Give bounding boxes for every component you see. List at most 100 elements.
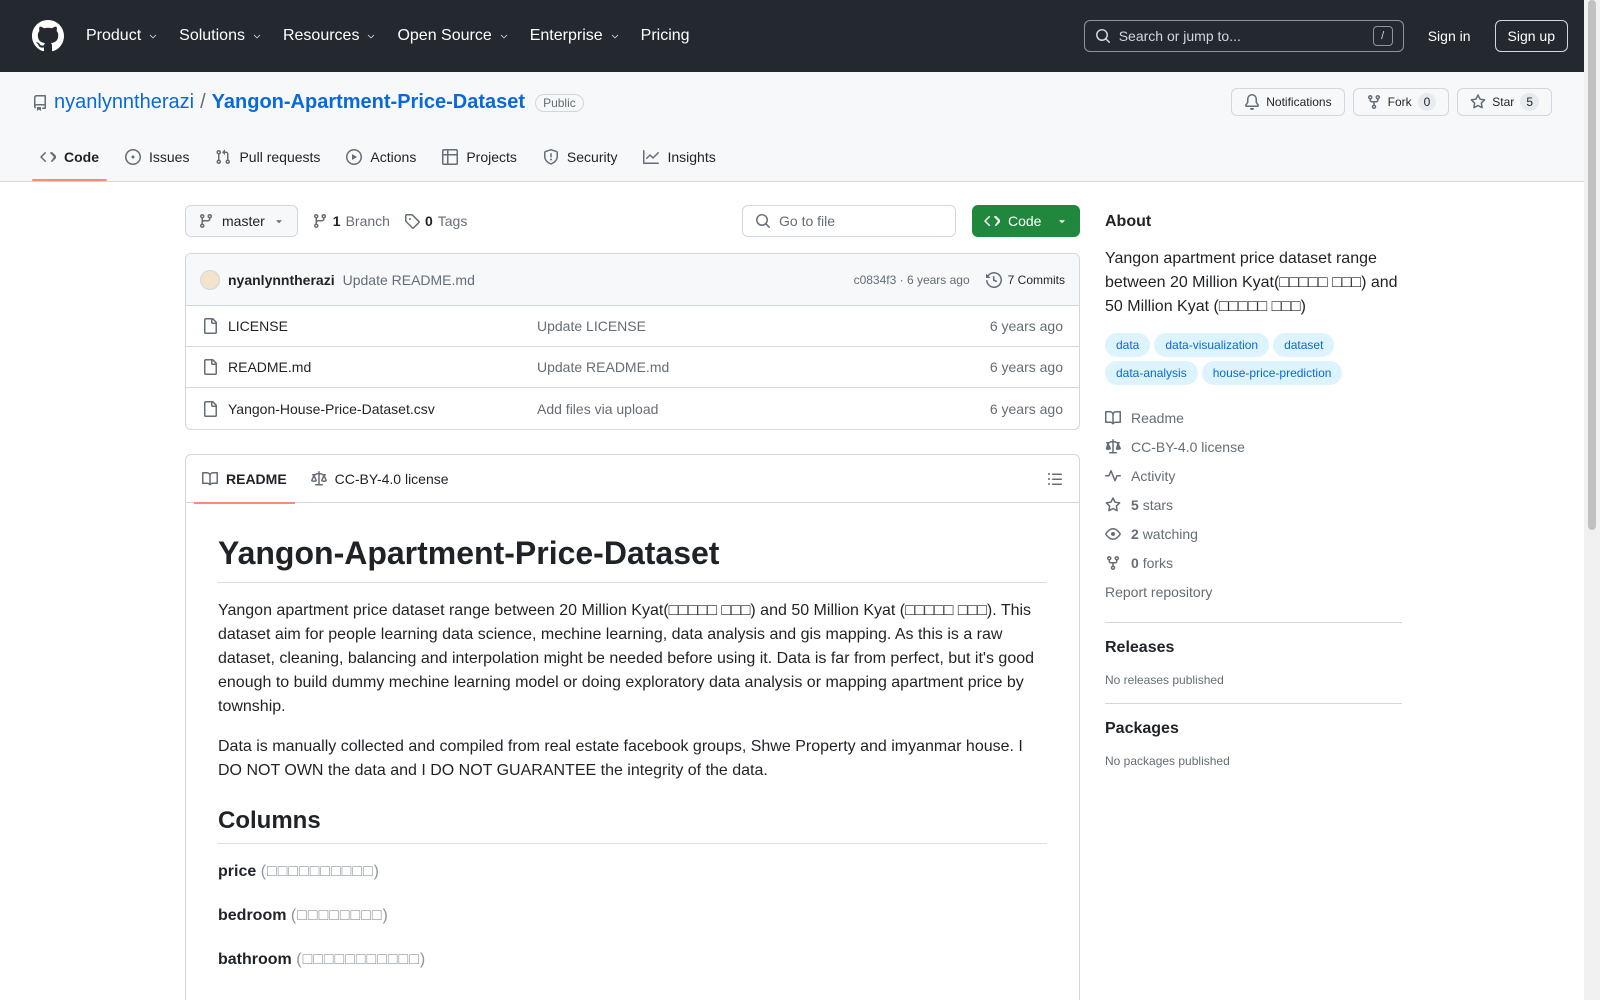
branch-icon: [199, 214, 212, 229]
law-icon: [1105, 438, 1121, 453]
activity-link[interactable]: Activity: [1105, 461, 1402, 490]
main-column: master 1 Branch 0 Tags Go to file Code n…: [185, 205, 1080, 1000]
shield-icon: [543, 149, 558, 165]
topic-tag[interactable]: house-price-prediction: [1201, 361, 1343, 385]
readme-link[interactable]: Readme: [1105, 403, 1402, 432]
topic-tag[interactable]: data-visualization: [1154, 333, 1270, 357]
fork-counter: 0: [1417, 93, 1437, 111]
forks-link[interactable]: 0 forks: [1105, 548, 1402, 577]
commit-author-link[interactable]: nyanlynntherazi: [228, 272, 335, 288]
stars-link[interactable]: 5 stars: [1105, 490, 1402, 519]
readme-tabs: README CC-BY-4.0 license: [186, 455, 1079, 504]
packages-heading[interactable]: Packages: [1105, 720, 1402, 738]
column-item: bedroom (□□□□□□□□): [218, 907, 389, 924]
nav-product[interactable]: Product: [86, 27, 159, 45]
about-sidebar: About Yangon apartment price dataset ran…: [1105, 205, 1402, 768]
chevron-down-icon: [611, 34, 618, 39]
tab-projects[interactable]: Projects: [434, 133, 525, 181]
branch-select-button[interactable]: master: [185, 205, 298, 237]
topic-tag[interactable]: data: [1105, 333, 1151, 357]
file-list: nyanlynntherazi Update README.md c0834f3…: [185, 253, 1080, 430]
releases-heading[interactable]: Releases: [1105, 639, 1402, 657]
tab-license[interactable]: CC-BY-4.0 license: [303, 455, 457, 503]
tag-icon: [404, 214, 420, 229]
chevron-down-icon: [149, 34, 157, 39]
table-row: LICENSE Update LICENSE 6 years ago: [186, 306, 1079, 347]
search-icon: [756, 214, 770, 228]
commits-link[interactable]: 7 Commits: [985, 271, 1065, 288]
commit-meta[interactable]: c0834f3 · 6 years ago: [854, 273, 970, 287]
fork-icon: [1367, 95, 1380, 110]
bell-icon: [1245, 94, 1260, 110]
readme-title: Yangon-Apartment-Price-Dataset: [218, 535, 1047, 583]
triangle-down-icon: [1059, 220, 1065, 224]
latest-commit: nyanlynntherazi Update README.md c0834f3…: [186, 254, 1079, 306]
nav-enterprise[interactable]: Enterprise: [530, 27, 621, 45]
divider: [1105, 703, 1402, 704]
file-commit-message[interactable]: Update README.md: [537, 359, 990, 375]
code-download-button[interactable]: Code: [972, 205, 1080, 237]
packages-note: No packages published: [1105, 754, 1230, 768]
pulse-icon: [1105, 469, 1121, 481]
issue-icon: [125, 149, 141, 165]
nav-solutions[interactable]: Solutions: [179, 27, 263, 45]
history-icon: [985, 271, 1002, 288]
scrollbar-thumb[interactable]: [1588, 0, 1596, 530]
repo-actions: Notifications Fork 0 Star 5: [1231, 88, 1552, 116]
readme-paragraph: Yangon apartment price dataset range bet…: [218, 602, 1035, 715]
play-icon: [346, 149, 363, 165]
repo-name-link[interactable]: Yangon-Apartment-Price-Dataset: [212, 91, 525, 114]
repo-separator: /: [200, 91, 206, 113]
nav-open-source[interactable]: Open Source: [397, 27, 509, 45]
tab-readme[interactable]: README: [194, 455, 295, 504]
sign-up-button[interactable]: Sign up: [1494, 20, 1568, 52]
tab-security[interactable]: Security: [535, 133, 626, 181]
nav-pricing[interactable]: Pricing: [641, 27, 690, 45]
commit-message-link[interactable]: Update README.md: [343, 272, 475, 288]
star-icon: [1105, 496, 1121, 511]
book-icon: [202, 471, 218, 485]
global-search-input[interactable]: Search or jump to... /: [1083, 20, 1404, 52]
file-commit-message[interactable]: Add files via upload: [537, 401, 990, 417]
report-repository-link[interactable]: Report repository: [1105, 577, 1402, 606]
global-header: Product Solutions Resources Open Source …: [0, 0, 1600, 72]
tab-issues[interactable]: Issues: [117, 133, 197, 181]
file-commit-message[interactable]: Update LICENSE: [537, 318, 990, 334]
file-link[interactable]: README.md: [202, 359, 537, 375]
file-link[interactable]: Yangon-House-Price-Dataset.csv: [202, 400, 537, 417]
file-age: 6 years ago: [989, 400, 1063, 417]
notifications-button[interactable]: Notifications: [1231, 88, 1345, 116]
code-icon: [40, 152, 56, 163]
tab-pull-requests[interactable]: Pull requests: [207, 133, 328, 181]
about-description: Yangon apartment price dataset range bet…: [1105, 250, 1398, 315]
book-icon: [1105, 410, 1121, 424]
file-link[interactable]: LICENSE: [202, 318, 537, 334]
table-icon: [442, 149, 459, 165]
nav-resources[interactable]: Resources: [283, 27, 377, 45]
releases-note: No releases published: [1105, 673, 1224, 687]
star-button[interactable]: Star 5: [1457, 88, 1552, 116]
page-scrollbar[interactable]: [1584, 0, 1600, 1000]
tab-insights[interactable]: Insights: [635, 133, 723, 181]
fork-button[interactable]: Fork 0: [1352, 88, 1450, 116]
topic-tag[interactable]: data-analysis: [1105, 361, 1198, 385]
branches-link[interactable]: 1 Branch: [312, 213, 390, 229]
pull-request-icon: [216, 149, 231, 165]
sign-in-link[interactable]: Sign in: [1428, 28, 1471, 44]
tab-actions[interactable]: Actions: [338, 133, 424, 181]
repo-owner-link[interactable]: nyanlynntherazi: [54, 91, 194, 114]
github-logo-icon[interactable]: [32, 20, 64, 52]
watchers-link[interactable]: 2 watching: [1105, 519, 1402, 548]
avatar[interactable]: [200, 269, 220, 290]
file-age: 6 years ago: [989, 359, 1063, 375]
tags-link[interactable]: 0 Tags: [404, 213, 467, 229]
readme-paragraph: Data is manually collected and compiled …: [218, 738, 1023, 779]
tab-code[interactable]: Code: [32, 133, 107, 181]
go-to-file-input[interactable]: Go to file: [742, 205, 956, 237]
license-link[interactable]: CC-BY-4.0 license: [1105, 432, 1402, 461]
list-outline-icon[interactable]: [1047, 471, 1063, 487]
fork-icon: [1107, 555, 1119, 570]
columns-heading: Columns: [218, 807, 1047, 844]
table-row: Yangon-House-Price-Dataset.csv Add files…: [186, 388, 1079, 429]
topic-tag[interactable]: dataset: [1273, 333, 1335, 357]
